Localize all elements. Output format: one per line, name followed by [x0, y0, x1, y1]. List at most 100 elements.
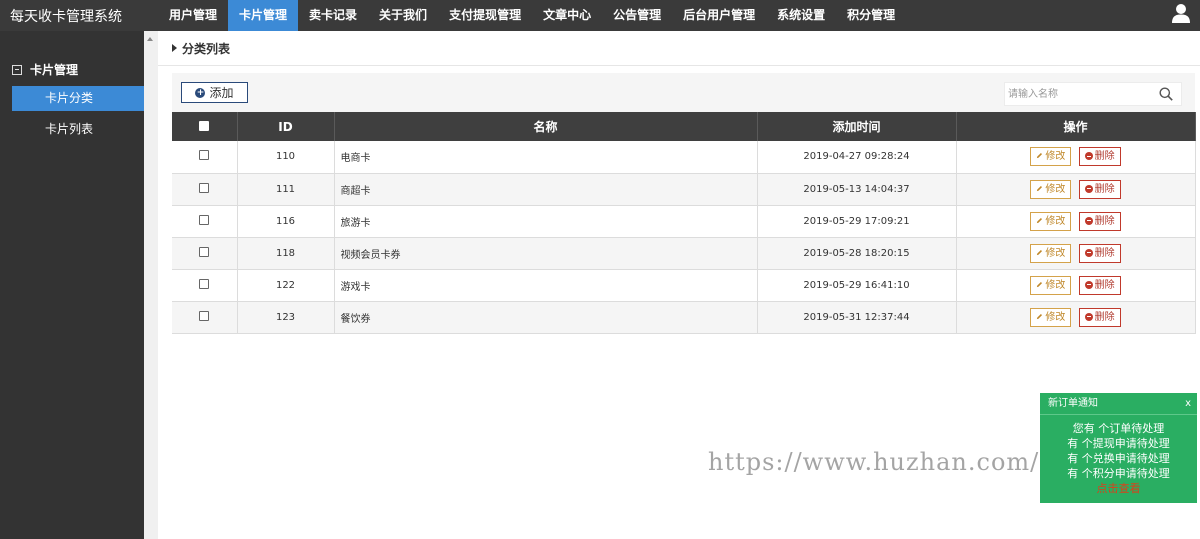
row-actions: 修改 删除 [956, 301, 1196, 334]
row-time: 2019-05-29 17:09:21 [757, 205, 957, 238]
row-time: 2019-05-29 16:41:10 [757, 269, 957, 302]
main-nav: 用户管理 卡片管理 卖卡记录 关于我们 支付提现管理 文章中心 公告管理 后台用… [158, 0, 906, 31]
table-row: 110 电商卡 2019-04-27 09:28:24 修改 删除 [172, 141, 1196, 174]
sidebar-group-cards[interactable]: 卡片管理 [0, 61, 144, 78]
row-select [172, 141, 238, 174]
close-icon[interactable]: x [1185, 393, 1191, 415]
row-name: 游戏卡 [334, 269, 758, 302]
row-select [172, 269, 238, 302]
edit-label: 修改 [1045, 311, 1066, 323]
header-id[interactable]: ID [237, 112, 335, 141]
minus-circle-icon [1084, 184, 1093, 193]
header-time[interactable]: 添加时间 [757, 112, 957, 141]
edit-label: 修改 [1045, 151, 1066, 163]
notification-body: 您有 个订单待处理 有 个提现申请待处理 有 个兑换申请待处理 有 个积分申请待… [1040, 415, 1197, 496]
delete-button[interactable]: 删除 [1078, 243, 1121, 263]
nav-item-about[interactable]: 关于我们 [368, 0, 438, 31]
edit-label: 修改 [1045, 183, 1066, 195]
minus-circle-icon [1084, 312, 1093, 321]
nav-item-notices[interactable]: 公告管理 [602, 0, 672, 31]
minus-circle-icon [1084, 152, 1093, 161]
delete-label: 删除 [1094, 279, 1115, 291]
search-icon[interactable] [1159, 87, 1173, 101]
table-row: 123 餐饮券 2019-05-31 12:37:44 修改 删除 [172, 301, 1196, 334]
top-navbar: 每天收卡管理系统 用户管理 卡片管理 卖卡记录 关于我们 支付提现管理 文章中心… [0, 0, 1200, 31]
row-checkbox[interactable] [199, 246, 210, 257]
pencil-icon [1037, 217, 1043, 223]
nav-item-sales[interactable]: 卖卡记录 [298, 0, 368, 31]
edit-button[interactable]: 修改 [1030, 243, 1072, 263]
row-id: 116 [237, 205, 335, 238]
header-name[interactable]: 名称 [334, 112, 758, 141]
nav-item-admins[interactable]: 后台用户管理 [672, 0, 766, 31]
delete-label: 删除 [1094, 183, 1115, 195]
delete-button[interactable]: 删除 [1078, 275, 1121, 295]
row-checkbox[interactable] [199, 150, 210, 161]
edit-button[interactable]: 修改 [1030, 147, 1072, 167]
select-all-header [172, 112, 238, 141]
edit-button[interactable]: 修改 [1030, 179, 1072, 199]
row-checkbox[interactable] [199, 310, 210, 321]
view-details-link[interactable]: 点击查看 [1040, 481, 1197, 496]
edit-button[interactable]: 修改 [1030, 307, 1072, 327]
edit-label: 修改 [1045, 247, 1066, 259]
caret-right-icon [172, 44, 177, 52]
collapse-icon[interactable] [12, 64, 22, 75]
plus-circle-icon: + [195, 87, 206, 98]
delete-button[interactable]: 删除 [1078, 211, 1121, 231]
add-button[interactable]: + 添加 [181, 82, 248, 103]
row-actions: 修改 删除 [956, 205, 1196, 238]
row-actions: 修改 删除 [956, 173, 1196, 206]
row-id: 118 [237, 237, 335, 270]
sidebar-item-card-list[interactable]: 卡片列表 [12, 117, 144, 142]
nav-item-settings[interactable]: 系统设置 [766, 0, 836, 31]
table-row: 118 视频会员卡券 2019-05-28 18:20:15 修改 删除 [172, 237, 1196, 270]
row-actions: 修改 删除 [956, 269, 1196, 302]
notification-line-orders: 您有 个订单待处理 [1072, 422, 1165, 435]
notification-header: 新订单通知 x [1040, 393, 1197, 415]
sidebar-item-categories[interactable]: 卡片分类 [12, 86, 144, 111]
sidebar: 卡片管理 卡片分类 卡片列表 [0, 31, 144, 539]
page-title: 分类列表 [182, 41, 231, 56]
nav-item-payments[interactable]: 支付提现管理 [438, 0, 532, 31]
notification-line-points: 有 个积分申请待处理 [1067, 467, 1170, 480]
delete-label: 删除 [1094, 151, 1115, 163]
row-actions: 修改 删除 [956, 141, 1196, 174]
nav-item-articles[interactable]: 文章中心 [532, 0, 602, 31]
pencil-icon [1037, 153, 1043, 159]
nav-item-points[interactable]: 积分管理 [836, 0, 906, 31]
edit-button[interactable]: 修改 [1030, 211, 1072, 231]
delete-button[interactable]: 删除 [1078, 307, 1121, 327]
row-checkbox[interactable] [199, 278, 210, 289]
add-button-label: 添加 [209, 86, 234, 100]
scroll-up-arrow-icon[interactable] [147, 37, 153, 41]
user-icon[interactable] [1172, 3, 1190, 23]
search-input[interactable] [1005, 83, 1150, 105]
minus-circle-icon [1084, 248, 1093, 257]
delete-button[interactable]: 删除 [1078, 147, 1121, 167]
row-checkbox[interactable] [199, 182, 210, 193]
row-select [172, 301, 238, 334]
pencil-icon [1037, 249, 1043, 255]
edit-button[interactable]: 修改 [1030, 275, 1072, 295]
delete-button[interactable]: 删除 [1078, 179, 1121, 199]
nav-item-cards[interactable]: 卡片管理 [228, 0, 299, 31]
row-name: 视频会员卡券 [334, 237, 758, 270]
table-row: 122 游戏卡 2019-05-29 16:41:10 修改 删除 [172, 269, 1196, 302]
row-id: 123 [237, 301, 335, 334]
table-header-row: ID 名称 添加时间 操作 [172, 112, 1196, 141]
row-checkbox[interactable] [199, 214, 210, 225]
row-name: 电商卡 [334, 141, 758, 174]
table-row: 116 旅游卡 2019-05-29 17:09:21 修改 删除 [172, 205, 1196, 238]
row-name: 餐饮券 [334, 301, 758, 334]
select-all-checkbox[interactable] [199, 120, 210, 131]
sidebar-scrollbar[interactable] [144, 31, 158, 539]
delete-label: 删除 [1094, 311, 1115, 323]
row-id: 110 [237, 141, 335, 174]
row-select [172, 173, 238, 206]
minus-circle-icon [1084, 216, 1093, 225]
row-name: 商超卡 [334, 173, 758, 206]
delete-label: 删除 [1094, 247, 1115, 259]
notification-title: 新订单通知 [1048, 398, 1098, 409]
nav-item-users[interactable]: 用户管理 [158, 0, 228, 31]
